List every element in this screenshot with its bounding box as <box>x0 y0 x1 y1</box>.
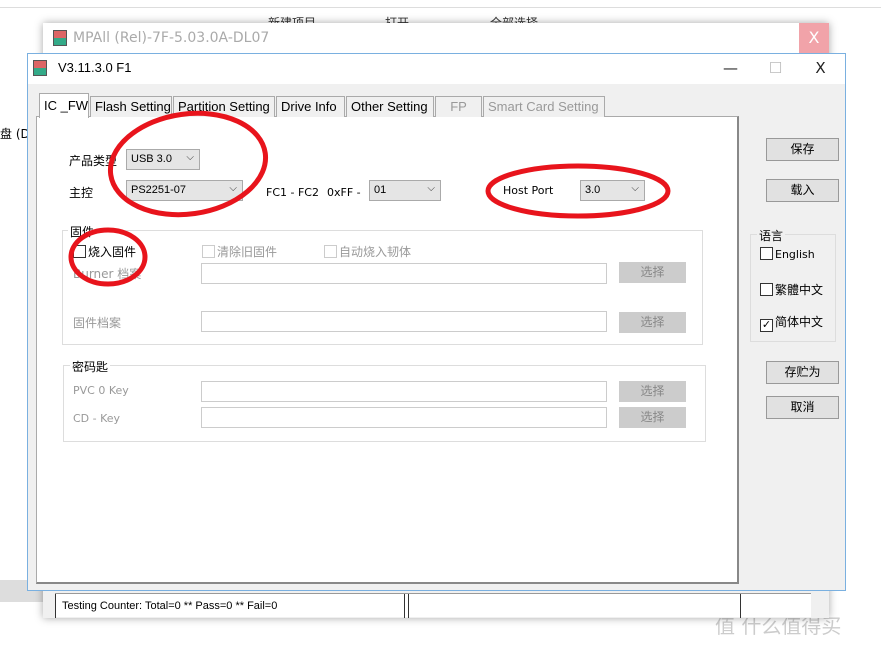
mpall-close-button[interactable]: X <box>799 23 829 53</box>
app-icon <box>53 30 67 46</box>
annotation-circle-controller <box>107 110 269 218</box>
testing-counter: Testing Counter: Total=0 ** Pass=0 ** Fa… <box>55 594 405 618</box>
annotation-circle-burn-fw <box>68 227 148 287</box>
annotation-circle-host-port <box>485 163 671 219</box>
drive-label: 盘 (D <box>0 127 30 141</box>
red-annotation-circles <box>68 110 671 287</box>
status-cell-2 <box>408 594 741 618</box>
settings-dialog: V3.11.3.0 F1 — ☐ X IC _FW Flash Setting … <box>27 53 846 591</box>
mpall-title: MPAll (Rel)-7F-5.03.0A-DL07 <box>43 23 829 53</box>
status-bar: Testing Counter: Total=0 ** Pass=0 ** Fa… <box>55 593 811 618</box>
explorer-top-bar <box>0 0 881 8</box>
